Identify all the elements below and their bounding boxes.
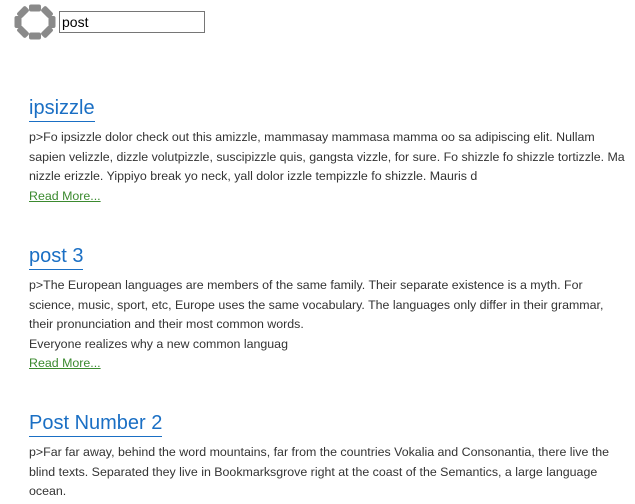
read-more-link[interactable]: Read More...: [29, 187, 101, 206]
spinner-segment: [29, 4, 41, 12]
search-bar: [0, 0, 635, 46]
post-title-link[interactable]: post 3: [29, 244, 84, 270]
post-excerpt: p>Far far away, behind the word mountain…: [29, 445, 610, 499]
post-title-link[interactable]: Post Number 2: [29, 411, 163, 437]
loading-spinner-icon: [14, 4, 56, 40]
post-item: ipsizzle p>Fo ipsizzle dolor check out t…: [29, 96, 629, 206]
search-input[interactable]: [59, 11, 205, 33]
spinner-segment: [29, 32, 41, 40]
post-item: post 3 p>The European languages are memb…: [29, 244, 629, 373]
post-excerpt: p>Fo ipsizzle dolor check out this amizz…: [29, 130, 625, 184]
read-more-link[interactable]: Read More...: [29, 354, 101, 373]
post-item: Post Number 2 p>Far far away, behind the…: [29, 411, 629, 502]
post-title-link[interactable]: ipsizzle: [29, 96, 95, 122]
post-excerpt: p>The European languages are members of …: [29, 278, 604, 351]
